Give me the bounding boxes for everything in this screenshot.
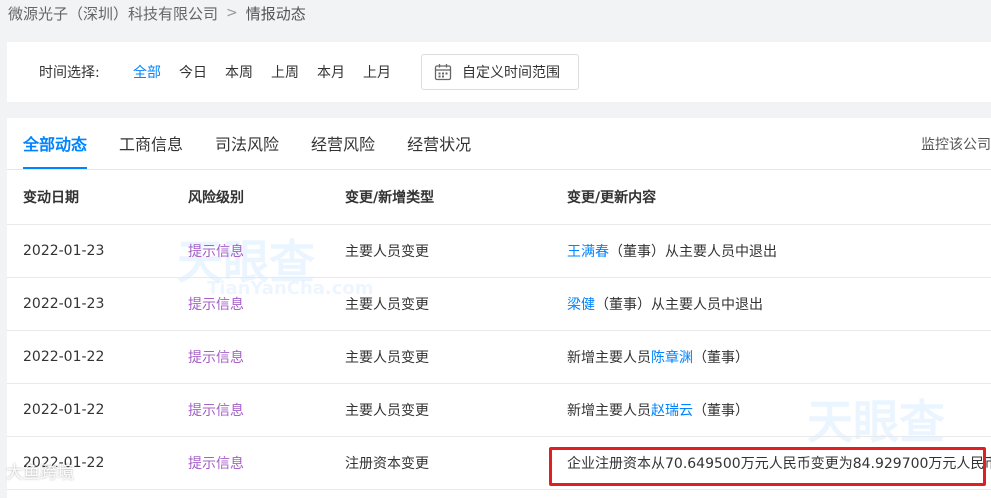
row-date: 2022-01-22 (23, 455, 105, 471)
table-row: 2022-01-23 提示信息 主要人员变更 梁健（董事）从主要人员中退出 (7, 278, 991, 331)
row-risk-level: 提示信息 (188, 456, 244, 472)
time-filter-bar: 时间选择: 全部 今日 本周 上周 本月 上月 自定义时间范围 (7, 42, 991, 102)
content-post: （董事） (693, 350, 749, 366)
row-content: 王满春（董事）从主要人员中退出 (567, 241, 777, 261)
row-risk-level: 提示信息 (188, 297, 244, 313)
tab-business-info[interactable]: 工商信息 (119, 131, 183, 169)
content-pre: 新增主要人员 (567, 350, 651, 366)
row-change-type: 主要人员变更 (345, 403, 429, 419)
filter-option-today[interactable]: 今日 (179, 62, 207, 82)
column-header-content: 变更/更新内容 (567, 190, 657, 206)
monitor-company-link[interactable]: 监控该公司 (921, 134, 991, 154)
row-content: 新增主要人员赵瑞云（董事） (567, 400, 749, 420)
row-risk-level: 提示信息 (188, 403, 244, 419)
column-header-risk: 风险级别 (188, 190, 244, 206)
table-row: 2022-01-22 提示信息 主要人员变更 新增主要人员陈章渊（董事） (7, 331, 991, 384)
table-row: 2022-01-23 提示信息 主要人员变更 王满春（董事）从主要人员中退出 (7, 225, 991, 278)
content-pre: 企业注册资本从70.649500万元人民币变更为84.929700万元人民币 (567, 456, 991, 472)
row-change-type: 主要人员变更 (345, 297, 429, 313)
column-header-type: 变更/新增类型 (345, 190, 435, 206)
row-date: 2022-01-23 (23, 243, 105, 259)
row-date: 2022-01-23 (23, 296, 105, 312)
filter-option-all[interactable]: 全部 (133, 62, 161, 82)
person-link[interactable]: 王满春 (567, 244, 609, 260)
row-content: 新增主要人员陈章渊（董事） (567, 347, 749, 367)
breadcrumb-current: 情报动态 (245, 4, 306, 23)
person-link[interactable]: 梁健 (567, 297, 595, 313)
tab-operation-risk[interactable]: 经营风险 (311, 131, 375, 169)
custom-time-range-label: 自定义时间范围 (462, 65, 560, 81)
row-date: 2022-01-22 (23, 402, 105, 418)
row-change-type: 主要人员变更 (345, 244, 429, 260)
breadcrumb-separator: > (226, 5, 238, 21)
tab-judicial-risk[interactable]: 司法风险 (215, 131, 279, 169)
person-link[interactable]: 赵瑞云 (651, 403, 693, 419)
filter-option-this-month[interactable]: 本月 (317, 62, 345, 82)
content-post: （董事）从主要人员中退出 (609, 244, 777, 260)
tab-operation-status[interactable]: 经营状况 (407, 131, 471, 169)
tab-all-news[interactable]: 全部动态 (23, 131, 88, 169)
content-pre: 新增主要人员 (567, 403, 651, 419)
row-change-type: 注册资本变更 (345, 456, 429, 472)
breadcrumb-company[interactable]: 微源光子（深圳）科技有限公司 (8, 3, 218, 24)
content-post: （董事）从主要人员中退出 (595, 297, 763, 313)
row-change-type: 主要人员变更 (345, 350, 429, 366)
custom-time-range-button[interactable]: 自定义时间范围 (421, 54, 579, 90)
row-content: 企业注册资本从70.649500万元人民币变更为84.929700万元人民币 (567, 453, 991, 473)
table-header: 变动日期 风险级别 变更/新增类型 变更/更新内容 (7, 170, 991, 225)
filter-option-this-week[interactable]: 本周 (225, 62, 253, 82)
row-risk-level: 提示信息 (188, 244, 244, 260)
table-row: 2022-01-22 提示信息 主要人员变更 新增主要人员赵瑞云（董事） (7, 384, 991, 437)
row-content: 梁健（董事）从主要人员中退出 (567, 294, 763, 314)
filter-option-last-month[interactable]: 上月 (363, 62, 391, 82)
table-row: 2022-01-22 提示信息 注册资本变更 企业注册资本从70.649500万… (7, 437, 991, 490)
breadcrumb: 微源光子（深圳）科技有限公司 > 情报动态 (8, 2, 306, 24)
time-filter-label: 时间选择: (39, 65, 100, 81)
category-tabs: 全部动态 工商信息 司法风险 经营风险 经营状况 监控该公司 (7, 118, 991, 170)
column-header-date: 变动日期 (23, 190, 79, 206)
content-post: （董事） (693, 403, 749, 419)
row-risk-level: 提示信息 (188, 350, 244, 366)
filter-option-last-week[interactable]: 上周 (271, 62, 299, 82)
news-panel: 天眼查 TianYanCha.com 天眼查 全部动态 工商信息 司法风险 经营… (7, 118, 991, 498)
person-link[interactable]: 陈章渊 (651, 350, 693, 366)
calendar-icon (434, 64, 452, 81)
row-date: 2022-01-22 (23, 349, 105, 365)
